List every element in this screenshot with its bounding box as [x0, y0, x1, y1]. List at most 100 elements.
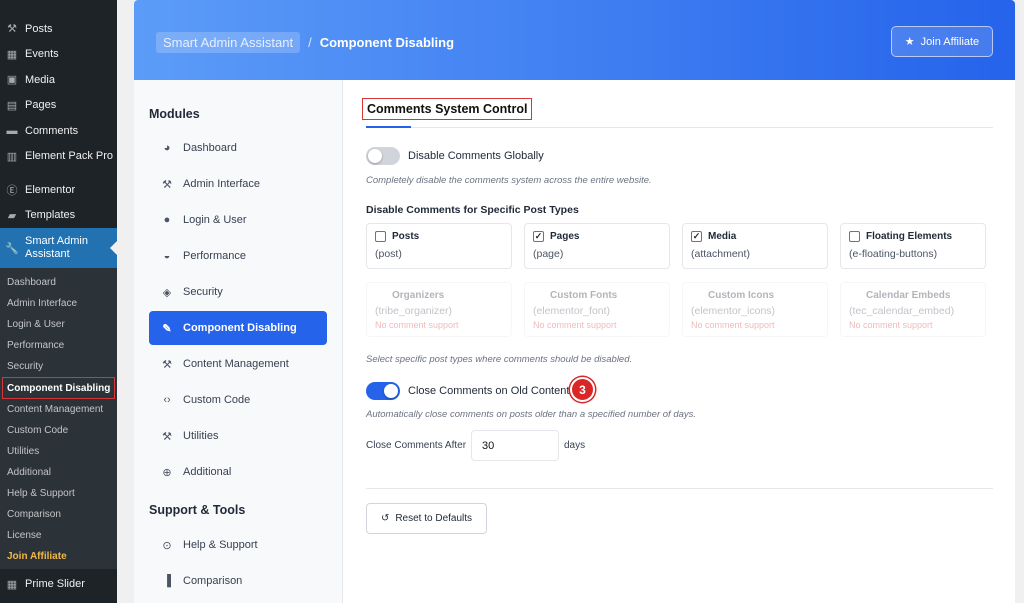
wp-admin-sidebar: ⚒ Posts ▦ Events ▣ Media ▤ Pages ▬ Comments ▥ Eleme…	[0, 0, 117, 603]
shield-icon: ◈	[162, 286, 172, 299]
nav-item-login-and-user[interactable]: ● Login & User	[149, 203, 327, 237]
step-badge: 3	[570, 377, 595, 402]
no-support-note: No comment support	[375, 320, 459, 330]
wp-submenu-utilities[interactable]: Utilities	[0, 441, 117, 462]
disable-comments-globally-help: Completely disable the comments system a…	[366, 175, 652, 186]
join-affiliate-button[interactable]: ★ Join Affiliate	[891, 26, 993, 57]
no-support-note: No comment support	[849, 320, 933, 330]
wp-submenu-component-disabling[interactable]: Component Disabling	[2, 377, 115, 399]
wp-submenu-performance[interactable]: Performance	[0, 335, 117, 356]
unsupported-type-card-custom-fonts: Custom Fonts (elementor_font) No comment s…	[524, 282, 670, 337]
nav-item-custom-code[interactable]: ‹› Custom Code	[149, 383, 327, 417]
wp-menu-label: Pages	[25, 99, 57, 112]
support-tools-title: Support & Tools	[149, 503, 246, 517]
nav-item-content-management[interactable]: ⚒ Content Management	[149, 347, 327, 381]
wp-menu-events[interactable]: ▦ Events	[0, 42, 117, 68]
nav-item-label: Help & Support	[183, 539, 258, 551]
nav-item-admin-interface[interactable]: ⚒ Admin Interface	[149, 167, 327, 201]
wp-menu-label: Prime Slider	[25, 578, 85, 591]
close-comments-old-help: Automatically close comments on posts ol…	[366, 409, 697, 420]
pin-icon: ⚒	[162, 358, 172, 371]
wp-menu-elementor[interactable]: Ⓔ Elementor	[0, 177, 117, 203]
wp-submenu-additional[interactable]: Additional	[0, 462, 117, 483]
nav-item-component-disabling[interactable]: ✎ Component Disabling	[149, 311, 327, 345]
checkbox	[375, 290, 386, 301]
modules-title: Modules	[149, 107, 200, 121]
checkbox[interactable]	[375, 231, 386, 242]
post-type-slug: (tec_calendar_embed)	[849, 305, 955, 317]
post-type-label: Media	[708, 231, 737, 242]
post-type-label: Posts	[392, 231, 420, 242]
nav-item-label: Security	[183, 286, 223, 298]
nav-item-security[interactable]: ◈ Security	[149, 275, 327, 309]
divider	[366, 488, 993, 489]
post-type-label: Calendar Embeds	[866, 290, 951, 301]
wrench-icon: ⚒	[162, 430, 172, 443]
breadcrumb-current: Component Disabling	[319, 35, 455, 50]
nav-item-dashboard[interactable]: ◕ Dashboard	[149, 131, 327, 165]
post-types-help: Select specific post types where comment…	[366, 354, 633, 365]
wp-submenu-dashboard[interactable]: Dashboard	[0, 272, 117, 293]
wp-submenu-custom-code[interactable]: Custom Code	[0, 420, 117, 441]
post-type-card-pages[interactable]: ✓ Pages (page)	[524, 223, 670, 269]
wp-menu-comments[interactable]: ▬ Comments	[0, 118, 117, 144]
post-type-slug: (e-floating-buttons)	[849, 248, 938, 260]
wp-menu-smart-admin-assistant[interactable]: 🔧 Smart Admin Assistant	[0, 228, 117, 268]
join-affiliate-label: Join Affiliate	[920, 35, 980, 48]
gauge-icon: ◒	[163, 250, 171, 262]
wp-submenu-security[interactable]: Security	[0, 356, 117, 377]
checkbox[interactable]: ✓	[533, 231, 544, 242]
elementor-icon: Ⓔ	[6, 184, 18, 197]
wp-menu-label: Assistant	[25, 248, 70, 260]
comments-icon: ▬	[6, 124, 18, 137]
no-support-note: No comment support	[691, 320, 775, 330]
wp-submenu-content-management[interactable]: Content Management	[0, 399, 117, 420]
nav-item-label: Performance	[183, 250, 246, 262]
close-after-days-input[interactable]	[471, 430, 559, 461]
wp-menu-media[interactable]: ▣ Media	[0, 67, 117, 93]
user-icon: ●	[163, 214, 171, 226]
nav-item-label: Utilities	[183, 430, 219, 442]
wp-submenu-admin-interface[interactable]: Admin Interface	[0, 293, 117, 314]
brush-icon: ✎	[162, 322, 172, 335]
wp-menu-pages[interactable]: ▤ Pages	[0, 93, 117, 119]
breadcrumb-root[interactable]: Smart Admin Assistant	[156, 32, 301, 53]
nav-item-comparison[interactable]: ▐ Comparison	[149, 564, 327, 598]
wp-submenu-license[interactable]: License	[0, 525, 117, 546]
wp-menu-templates[interactable]: ▰ Templates	[0, 203, 117, 229]
nav-item-help-and-support[interactable]: ⊙ Help & Support	[149, 528, 327, 562]
wp-menu-label: Comments	[25, 124, 79, 137]
wp-menu-label: Smart Admin	[25, 235, 88, 247]
reset-to-defaults-button[interactable]: ↺ Reset to Defaults	[366, 503, 487, 534]
checkbox[interactable]: ✓	[691, 231, 702, 242]
slider-icon: ▦	[6, 578, 18, 591]
wp-menu-label: Templates	[25, 209, 76, 222]
checkbox[interactable]	[849, 231, 860, 242]
nav-item-performance[interactable]: ◒ Performance	[149, 239, 327, 273]
wp-submenu-help-and-support[interactable]: Help & Support	[0, 483, 117, 504]
unsupported-type-card-calendar-embeds: Calendar Embeds (tec_calendar_embed) No co…	[840, 282, 986, 337]
close-comments-old-toggle[interactable]	[366, 382, 400, 400]
post-type-card-floating-elements[interactable]: Floating Elements (e-floating-buttons)	[840, 223, 986, 269]
pin-icon: ⚒	[7, 23, 17, 36]
nav-item-label: Login & User	[183, 214, 247, 226]
wp-menu-label: Elementor	[25, 183, 76, 196]
wp-menu-element-pack-pro[interactable]: ▥ Element Pack Pro	[0, 144, 117, 170]
undo-icon: ↺	[380, 513, 390, 524]
nav-item-label: Admin Interface	[183, 178, 261, 190]
nav-item-utilities[interactable]: ⚒ Utilities	[149, 419, 327, 453]
wp-submenu-join-affiliate[interactable]: Join Affiliate	[0, 546, 117, 567]
wp-menu-label: Media	[25, 73, 55, 86]
nav-item-additional[interactable]: ⊕ Additional	[149, 455, 327, 489]
disable-comments-globally-toggle[interactable]	[366, 147, 400, 165]
post-type-card-media[interactable]: ✓ Media (attachment)	[682, 223, 828, 269]
wp-menu-prime-slider[interactable]: ▦ Prime Slider	[0, 569, 117, 599]
post-type-card-posts[interactable]: Posts (post)	[366, 223, 512, 269]
nav-item-label: Additional	[183, 466, 232, 478]
wp-submenu-comparison[interactable]: Comparison	[0, 504, 117, 525]
wp-submenu-login-and-user[interactable]: Login & User	[0, 314, 117, 335]
wp-menu-posts[interactable]: ⚒ Posts	[0, 16, 117, 42]
wrench-icon: 🔧	[5, 242, 19, 255]
nav-item-label: Comparison	[183, 575, 243, 587]
nav-item-label: Custom Code	[183, 394, 251, 406]
